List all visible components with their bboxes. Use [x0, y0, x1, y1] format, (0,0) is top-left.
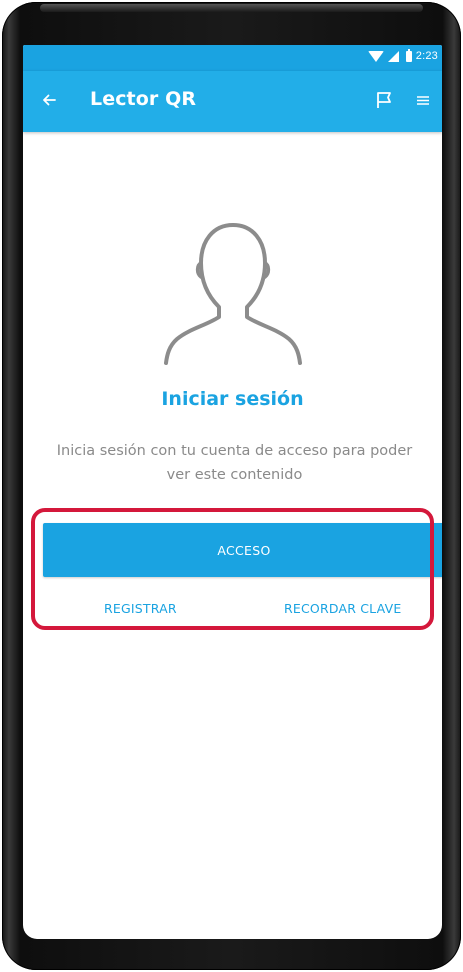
highlight-annotation — [31, 508, 434, 630]
battery-icon — [405, 48, 412, 62]
status-icons: 2:23 — [367, 48, 438, 62]
signal-icon — [387, 50, 399, 62]
phone-speaker-bezel — [40, 4, 423, 12]
app-screen: 2:23 Lector QR Iniciar sesión Inicia ses… — [23, 45, 442, 939]
phone-frame: 2:23 Lector QR Iniciar sesión Inicia ses… — [2, 2, 461, 970]
back-button[interactable] — [37, 88, 61, 112]
user-outline-icon — [164, 223, 302, 365]
menu-button[interactable] — [412, 89, 434, 111]
wifi-icon — [367, 50, 384, 62]
arrow-back-icon — [43, 94, 56, 106]
status-time: 2:23 — [415, 50, 438, 62]
login-description: Inicia sesión con tu cuenta de acceso pa… — [56, 443, 413, 483]
status-bar: 2:23 — [23, 45, 442, 71]
flag-button[interactable] — [373, 89, 395, 111]
app-toolbar: Lector QR — [23, 71, 442, 132]
flag-icon — [377, 92, 391, 108]
menu-icon — [417, 96, 429, 105]
login-title: Iniciar sesión — [161, 388, 304, 410]
toolbar-title: Lector QR — [90, 88, 197, 110]
